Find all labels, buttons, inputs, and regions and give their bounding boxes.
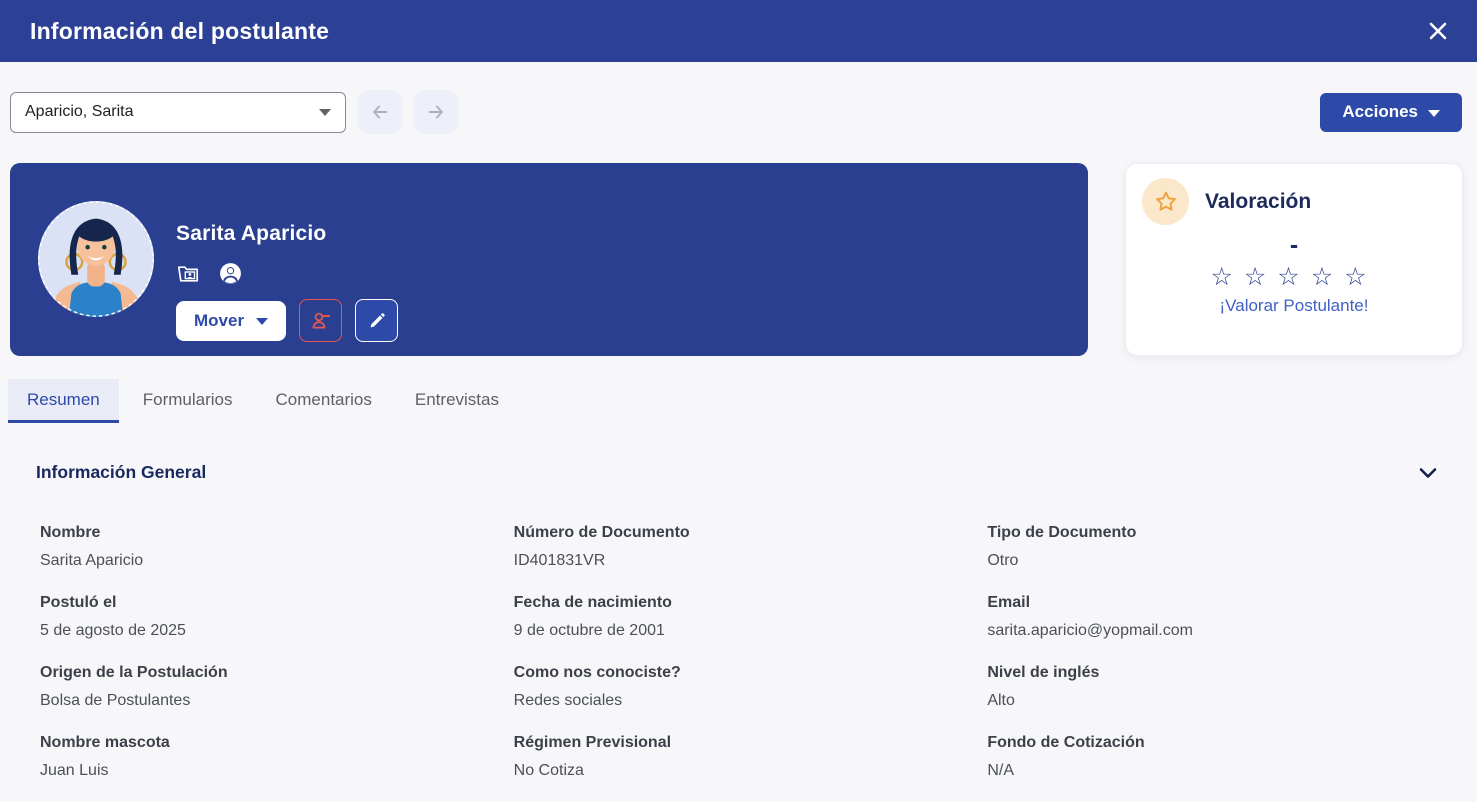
section-header: Información General <box>36 462 1437 483</box>
field-item: NombreSarita Aparicio <box>40 519 490 575</box>
tab-formularios[interactable]: Formularios <box>124 379 252 423</box>
field-item: Nombre mascotaJuan Luis <box>40 729 490 785</box>
field-item: Fondo de CotizaciónN/A <box>987 729 1437 785</box>
remove-candidate-button[interactable] <box>299 299 342 342</box>
field-item: Emailsarita.aparicio@yopmail.com <box>987 589 1437 645</box>
rating-star-icon[interactable]: ☆ <box>1311 263 1344 291</box>
folder-profile-icon[interactable] <box>176 262 200 286</box>
chevron-down-icon <box>319 109 331 116</box>
tab-comentarios[interactable]: Comentarios <box>257 379 391 423</box>
toolbar: Aparicio, Sarita Acciones <box>10 90 1462 134</box>
field-label: Nivel de inglés <box>987 659 1437 687</box>
field-value: Alto <box>987 687 1437 715</box>
candidate-profile-card: Sarita Aparicio Mover <box>10 163 1088 356</box>
chevron-down-icon[interactable] <box>1419 467 1437 479</box>
field-item: Nivel de inglésAlto <box>987 659 1437 715</box>
rating-star-icon[interactable]: ☆ <box>1210 263 1243 291</box>
candidate-select[interactable]: Aparicio, Sarita <box>10 92 346 133</box>
field-label: Fondo de Cotización <box>987 729 1437 757</box>
next-candidate-button[interactable] <box>414 90 458 134</box>
arrow-right-icon <box>425 101 447 123</box>
candidate-select-value: Aparicio, Sarita <box>25 103 134 121</box>
rating-star-icon[interactable]: ☆ <box>1277 263 1310 291</box>
field-label: Postuló el <box>40 589 490 617</box>
profile-info: Sarita Aparicio Mover <box>176 198 398 356</box>
chevron-down-icon <box>256 318 268 325</box>
field-value: No Cotiza <box>514 757 964 785</box>
tab-entrevistas[interactable]: Entrevistas <box>396 379 518 423</box>
field-label: Email <box>987 589 1437 617</box>
modal-title: Información del postulante <box>30 18 329 45</box>
candidate-name: Sarita Aparicio <box>176 222 398 246</box>
field-value: 9 de octubre de 2001 <box>514 617 964 645</box>
field-value: Juan Luis <box>40 757 490 785</box>
field-item: Número de DocumentoID401831VR <box>514 519 964 575</box>
chevron-down-icon <box>1428 110 1440 117</box>
field-label: Origen de la Postulación <box>40 659 490 687</box>
rating-header: Valoración <box>1142 178 1446 225</box>
field-value: N/A <box>987 757 1437 785</box>
rating-star-icon[interactable]: ☆ <box>1344 263 1377 291</box>
field-label: Fecha de nacimiento <box>514 589 964 617</box>
field-item: Tipo de DocumentoOtro <box>987 519 1437 575</box>
move-button[interactable]: Mover <box>176 301 286 341</box>
field-item: Fecha de nacimiento9 de octubre de 2001 <box>514 589 964 645</box>
field-value: ID401831VR <box>514 547 964 575</box>
avatar-illustration <box>35 198 157 320</box>
previous-candidate-button[interactable] <box>358 90 402 134</box>
field-item: Como nos conociste?Redes sociales <box>514 659 964 715</box>
field-value: sarita.aparicio@yopmail.com <box>987 617 1437 645</box>
star-icon-badge <box>1142 178 1189 225</box>
field-label: Número de Documento <box>514 519 964 547</box>
profile-icon-row <box>176 261 398 286</box>
rating-star-icon[interactable]: ☆ <box>1244 263 1277 291</box>
arrow-left-icon <box>369 101 391 123</box>
rating-value: - <box>1142 232 1446 258</box>
rating-title: Valoración <box>1205 190 1311 214</box>
move-button-label: Mover <box>194 311 244 331</box>
general-info-section: Información General NombreSarita Aparici… <box>36 462 1437 785</box>
fields-grid: NombreSarita Aparicio Número de Documento… <box>40 519 1437 785</box>
field-value: Otro <box>987 547 1437 575</box>
field-value: Bolsa de Postulantes <box>40 687 490 715</box>
field-label: Nombre <box>40 519 490 547</box>
field-label: Nombre mascota <box>40 729 490 757</box>
field-label: Tipo de Documento <box>987 519 1437 547</box>
person-remove-icon <box>309 309 333 333</box>
edit-candidate-button[interactable] <box>355 299 398 342</box>
field-value: Redes sociales <box>514 687 964 715</box>
tab-bar: ResumenFormulariosComentariosEntrevistas <box>8 379 1477 423</box>
close-icon[interactable] <box>1423 16 1453 46</box>
account-circle-icon[interactable] <box>218 261 243 286</box>
field-label: Régimen Previsional <box>514 729 964 757</box>
rating-card: Valoración - ☆☆☆☆☆ ¡Valorar Postulante! <box>1125 163 1463 356</box>
modal-header: Información del postulante <box>0 0 1477 62</box>
rate-candidate-link[interactable]: ¡Valorar Postulante! <box>1142 296 1446 316</box>
field-label: Como nos conociste? <box>514 659 964 687</box>
pencil-icon <box>366 310 388 332</box>
actions-button[interactable]: Acciones <box>1320 93 1462 132</box>
rating-stars: ☆☆☆☆☆ <box>1142 263 1446 291</box>
section-title: Información General <box>36 462 206 483</box>
field-value: 5 de agosto de 2025 <box>40 617 490 645</box>
actions-button-label: Acciones <box>1342 102 1418 122</box>
star-icon <box>1153 189 1179 215</box>
close-icon-glyph <box>1428 21 1448 41</box>
field-item: Régimen PrevisionalNo Cotiza <box>514 729 964 785</box>
avatar <box>35 198 157 320</box>
field-item: Postuló el5 de agosto de 2025 <box>40 589 490 645</box>
profile-actions: Mover <box>176 299 398 342</box>
field-item: Origen de la PostulaciónBolsa de Postula… <box>40 659 490 715</box>
field-value: Sarita Aparicio <box>40 547 490 575</box>
tab-resumen[interactable]: Resumen <box>8 379 119 423</box>
main-row: Sarita Aparicio Mover <box>10 163 1463 356</box>
